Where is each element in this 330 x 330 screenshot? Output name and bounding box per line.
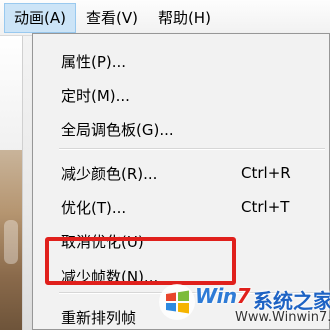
menu-item-properties[interactable]: 属性(P)... — [33, 46, 329, 76]
menu-item-label: 优化(T)... — [61, 198, 127, 217]
windows-logo-icon — [159, 284, 195, 320]
watermark-brand-seven: 7 — [236, 284, 251, 308]
background-image — [0, 150, 22, 330]
menu-help-label: 帮助(H) — [157, 9, 211, 27]
menu-item-shortcut: Ctrl+R — [241, 164, 291, 182]
screenshot: 动画(A) 查看(V) 帮助(H) 属性(P)... 定时(M)... 全局调色… — [0, 0, 330, 330]
watermark-brand: Win7 — [195, 284, 251, 308]
menu-item-label: 全局调色板(G)... — [61, 120, 174, 139]
menu-help[interactable]: 帮助(H) — [148, 3, 221, 33]
menu-animation[interactable]: 动画(A) — [4, 2, 76, 33]
menu-item-reduce-colors[interactable]: 减少颜色(R)... Ctrl+R — [33, 158, 329, 188]
menu-animation-label: 动画(A) — [14, 9, 66, 27]
menu-item-global-palette[interactable]: 全局调色板(G)... — [33, 114, 329, 144]
menu-separator — [59, 148, 325, 150]
menu-item-label: 属性(P)... — [61, 52, 127, 71]
menu-item-optimize[interactable]: 优化(T)... Ctrl+T — [33, 192, 329, 222]
menu-item-shortcut: Ctrl+T — [241, 198, 290, 216]
menu-item-label: 减少颜色(R)... — [61, 164, 158, 183]
menu-item-label: 重新排列帧 — [61, 308, 137, 327]
menubar: 动画(A) 查看(V) 帮助(H) — [0, 0, 330, 36]
menu-item-label: 定时(M)... — [61, 86, 130, 105]
menu-item-timing[interactable]: 定时(M)... — [33, 80, 329, 110]
site-watermark: Win7 系统之家 Www.Winwin7.com — [145, 276, 330, 330]
menu-view-label: 查看(V) — [85, 9, 138, 27]
watermark-brand-prefix: Win — [195, 284, 237, 308]
watermark-url: Www.Winwin7.com — [235, 310, 330, 325]
menu-view[interactable]: 查看(V) — [76, 3, 148, 33]
